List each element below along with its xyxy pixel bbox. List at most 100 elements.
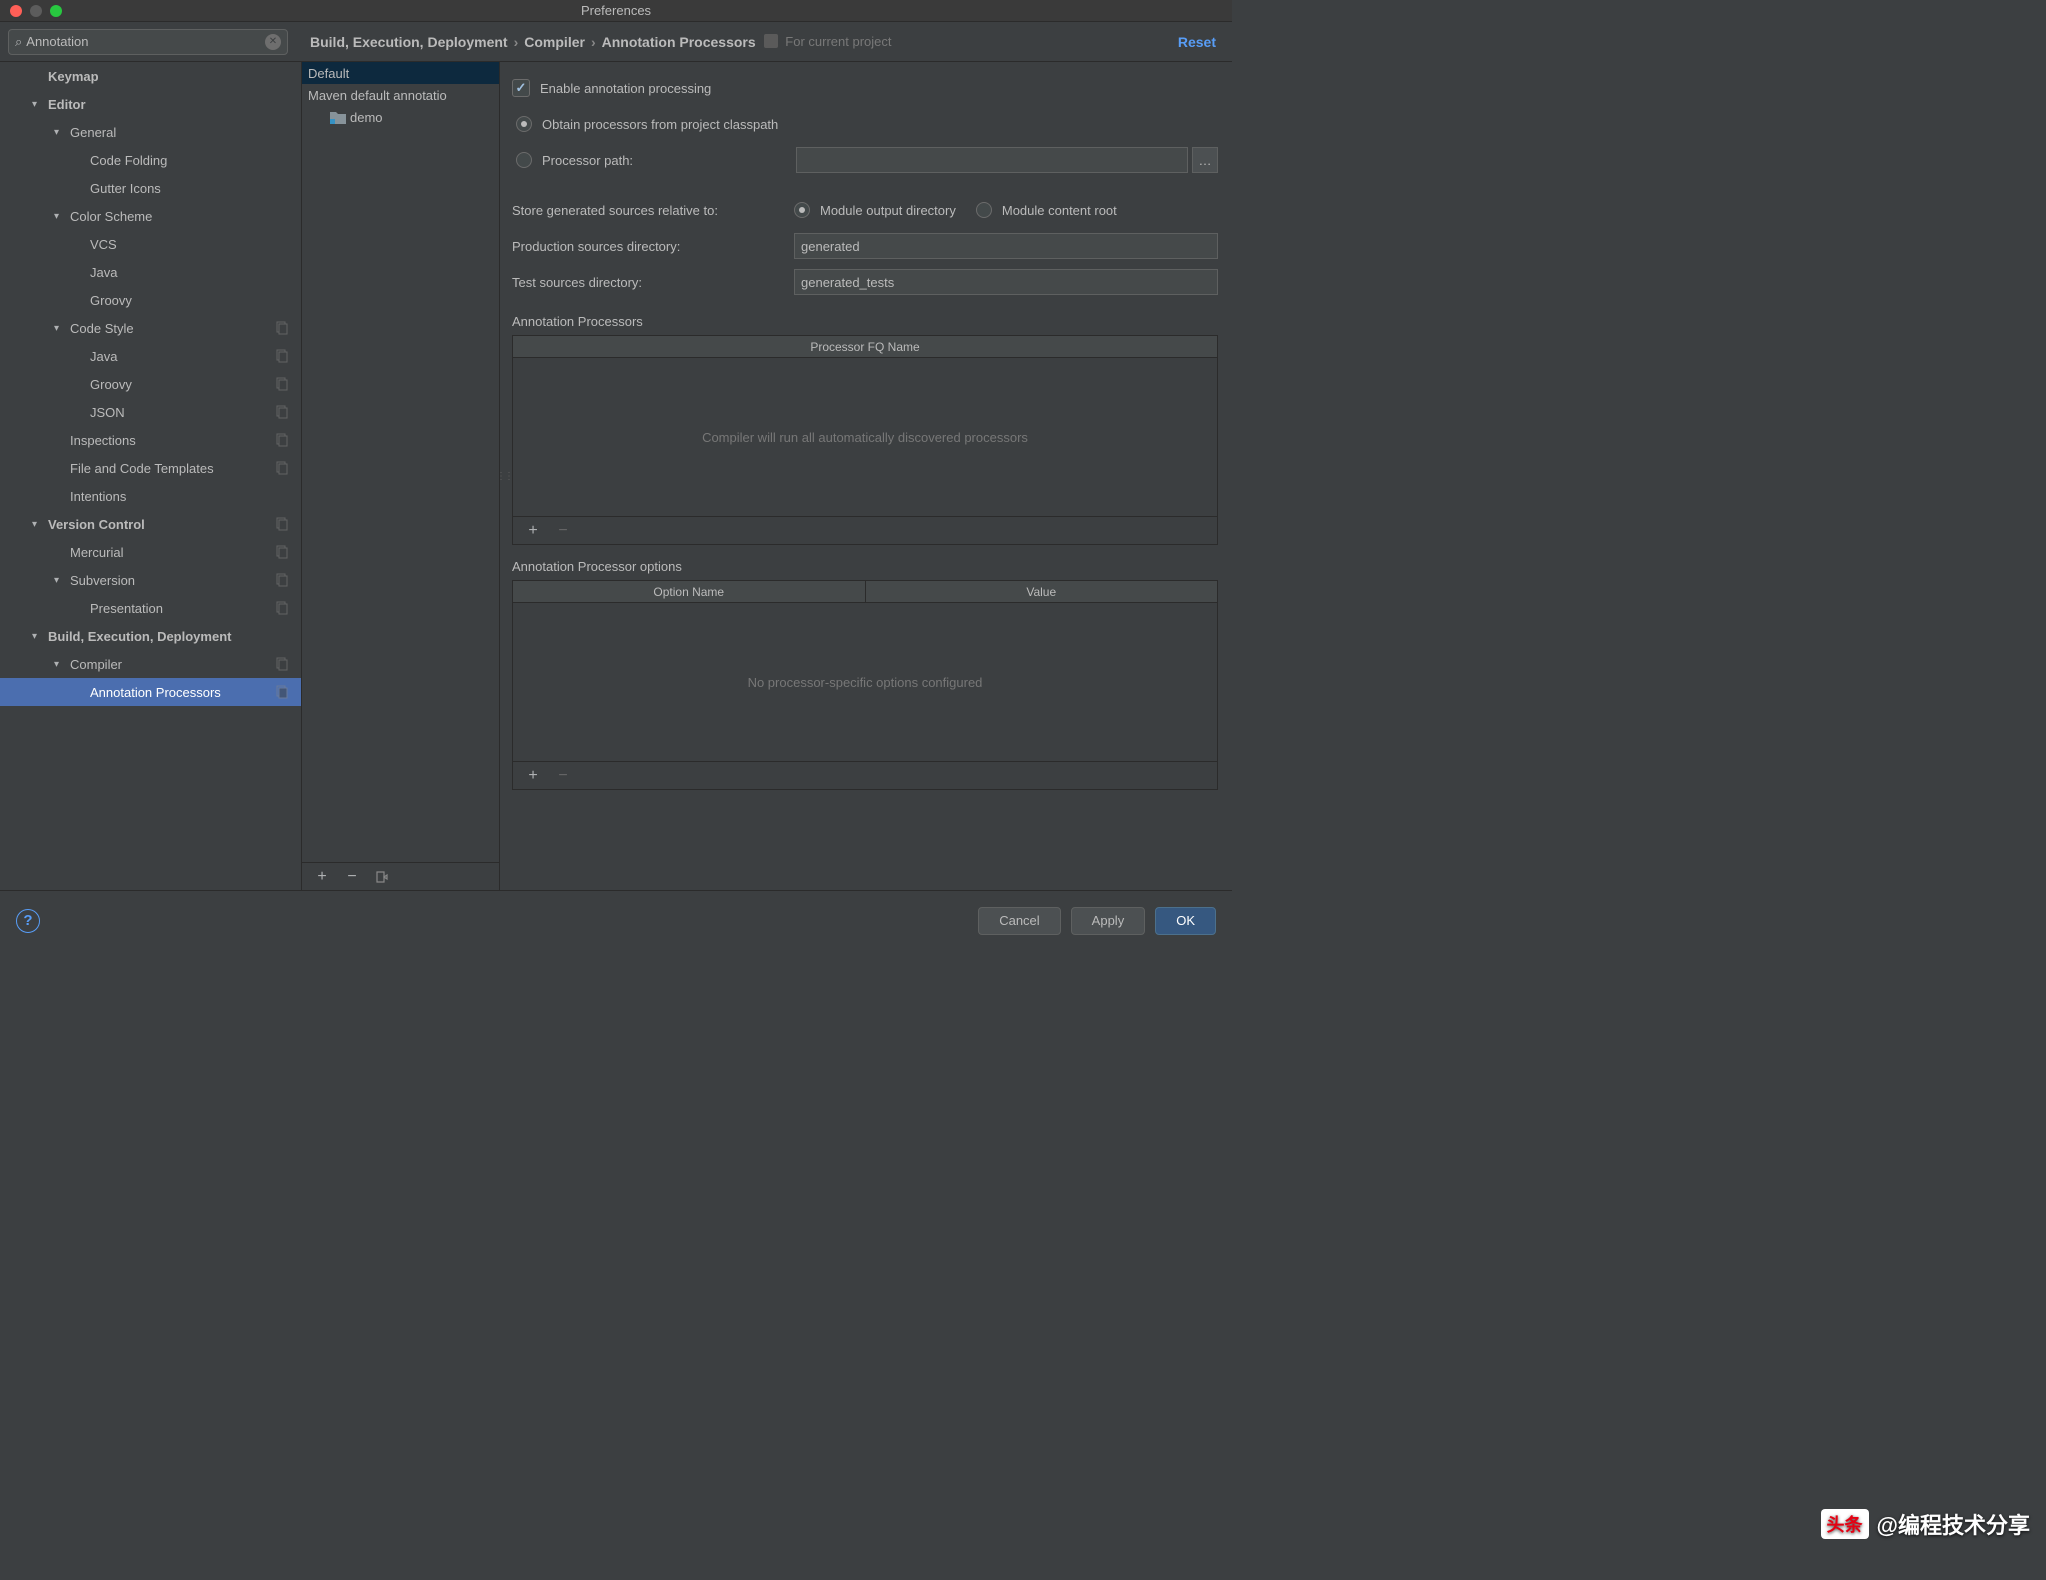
search-input[interactable] <box>26 34 265 49</box>
apply-button[interactable]: Apply <box>1071 907 1146 935</box>
add-option-button[interactable]: + <box>523 766 543 786</box>
clear-search-icon[interactable]: ✕ <box>265 34 281 50</box>
maximize-window-button[interactable] <box>50 5 62 17</box>
tree-item-label: File and Code Templates <box>70 461 275 476</box>
tree-item-version-control[interactable]: ▾Version Control <box>0 510 301 538</box>
tree-item-vcs[interactable]: VCS <box>0 230 301 258</box>
minimize-window-button[interactable] <box>30 5 42 17</box>
processors-toolbar: + − <box>512 517 1218 545</box>
tree-item-label: Groovy <box>90 293 301 308</box>
tree-item-file-and-code-templates[interactable]: File and Code Templates <box>0 454 301 482</box>
remove-processor-button[interactable]: − <box>553 521 573 541</box>
expand-arrow-icon: ▾ <box>32 519 44 530</box>
tree-item-general[interactable]: ▾General <box>0 118 301 146</box>
tree-item-java[interactable]: Java <box>0 258 301 286</box>
tree-item-keymap[interactable]: Keymap <box>0 62 301 90</box>
browse-processor-path-button[interactable]: … <box>1192 147 1218 173</box>
window-title: Preferences <box>581 3 651 18</box>
profiles-list[interactable]: Default Maven default annotatio demo <box>302 62 499 862</box>
tree-item-color-scheme[interactable]: ▾Color Scheme <box>0 202 301 230</box>
expand-arrow-icon: ▾ <box>54 323 66 334</box>
add-processor-button[interactable]: + <box>523 521 543 541</box>
search-box[interactable]: ⌕ ✕ <box>8 29 288 55</box>
store-sources-label: Store generated sources relative to: <box>512 203 794 218</box>
options-header-value: Value <box>866 581 1218 602</box>
tree-item-java[interactable]: Java <box>0 342 301 370</box>
tree-item-label: Editor <box>48 97 301 112</box>
tree-item-code-folding[interactable]: Code Folding <box>0 146 301 174</box>
options-header-name: Option Name <box>513 581 866 602</box>
tree-item-presentation[interactable]: Presentation <box>0 594 301 622</box>
tree-item-mercurial[interactable]: Mercurial <box>0 538 301 566</box>
tree-item-label: Intentions <box>70 489 301 504</box>
processor-path-label: Processor path: <box>542 153 796 168</box>
tree-item-gutter-icons[interactable]: Gutter Icons <box>0 174 301 202</box>
profile-module-demo[interactable]: demo <box>302 106 499 128</box>
processor-options-title: Annotation Processor options <box>512 559 1218 574</box>
close-window-button[interactable] <box>10 5 22 17</box>
tree-item-label: Inspections <box>70 433 275 448</box>
processors-table[interactable]: Processor FQ Name Compiler will run all … <box>512 335 1218 517</box>
project-icon <box>764 34 778 48</box>
tree-item-label: Keymap <box>48 69 301 84</box>
tree-item-label: Annotation Processors <box>90 685 275 700</box>
prod-sources-input[interactable] <box>794 233 1218 259</box>
profiles-toolbar: + − <box>302 862 499 890</box>
module-content-radio[interactable] <box>976 202 992 218</box>
remove-option-button[interactable]: − <box>553 766 573 786</box>
options-table-empty: No processor-specific options configured <box>513 603 1217 761</box>
processors-table-header: Processor FQ Name <box>513 336 1217 357</box>
remove-profile-button[interactable]: − <box>342 867 362 887</box>
tree-item-intentions[interactable]: Intentions <box>0 482 301 510</box>
enable-annotation-checkbox[interactable] <box>512 79 530 97</box>
enable-annotation-label: Enable annotation processing <box>540 81 711 96</box>
tree-item-label: JSON <box>90 405 275 420</box>
search-icon: ⌕ <box>15 34 22 50</box>
tree-item-groovy[interactable]: Groovy <box>0 370 301 398</box>
test-sources-input[interactable] <box>794 269 1218 295</box>
copy-icon <box>275 349 289 363</box>
settings-tree[interactable]: Keymap ▾ Editor ▾GeneralCode Folding Gutter … <box>0 62 302 890</box>
tree-item-label: Gutter Icons <box>90 181 301 196</box>
processors-table-empty: Compiler will run all automatically disc… <box>513 358 1217 516</box>
tree-item-inspections[interactable]: Inspections <box>0 426 301 454</box>
options-table[interactable]: Option Name Value No processor-specific … <box>512 580 1218 762</box>
profile-item-default[interactable]: Default <box>302 62 499 84</box>
tree-item-annotation-processors[interactable]: Annotation Processors <box>0 678 301 706</box>
ok-button[interactable]: OK <box>1155 907 1216 935</box>
copy-icon <box>275 433 289 447</box>
tree-item-label: VCS <box>90 237 301 252</box>
watermark-text: @编程技术分享 <box>1877 1508 2030 1540</box>
add-profile-button[interactable]: + <box>312 867 332 887</box>
expand-arrow-icon: ▾ <box>32 99 44 110</box>
window-controls <box>0 5 62 17</box>
annotation-processors-title: Annotation Processors <box>512 314 1218 329</box>
breadcrumb-part[interactable]: Build, Execution, Deployment <box>310 34 508 50</box>
prod-sources-label: Production sources directory: <box>512 239 794 254</box>
column-resize-handle[interactable]: ⋮⋮ <box>500 62 508 890</box>
tree-item-build-execution-deployment[interactable]: ▾Build, Execution, Deployment <box>0 622 301 650</box>
watermark-badge: 头条 <box>1821 1509 1869 1539</box>
help-button[interactable]: ? <box>16 909 40 933</box>
obtain-classpath-radio[interactable] <box>516 116 532 132</box>
profile-item-maven[interactable]: Maven default annotatio <box>302 84 499 106</box>
copy-icon <box>275 685 289 699</box>
tree-item-groovy[interactable]: Groovy <box>0 286 301 314</box>
cancel-button[interactable]: Cancel <box>978 907 1060 935</box>
tree-item-editor[interactable]: ▾ Editor <box>0 90 301 118</box>
module-output-radio[interactable] <box>794 202 810 218</box>
tree-item-label: Subversion <box>70 573 275 588</box>
reset-link[interactable]: Reset <box>1178 34 1216 50</box>
processor-path-input[interactable] <box>796 147 1188 173</box>
breadcrumb-part[interactable]: Compiler <box>524 34 585 50</box>
move-profile-button[interactable] <box>372 867 392 887</box>
processor-path-radio[interactable] <box>516 152 532 168</box>
tree-item-subversion[interactable]: ▾ Subversion <box>0 566 301 594</box>
expand-arrow-icon: ▾ <box>54 575 66 586</box>
tree-item-compiler[interactable]: ▾Compiler <box>0 650 301 678</box>
copy-icon <box>275 461 289 475</box>
breadcrumb: Build, Execution, Deployment › Compiler … <box>296 34 1178 50</box>
chevron-right-icon: › <box>514 34 519 50</box>
tree-item-json[interactable]: JSON <box>0 398 301 426</box>
tree-item-code-style[interactable]: ▾Code Style <box>0 314 301 342</box>
